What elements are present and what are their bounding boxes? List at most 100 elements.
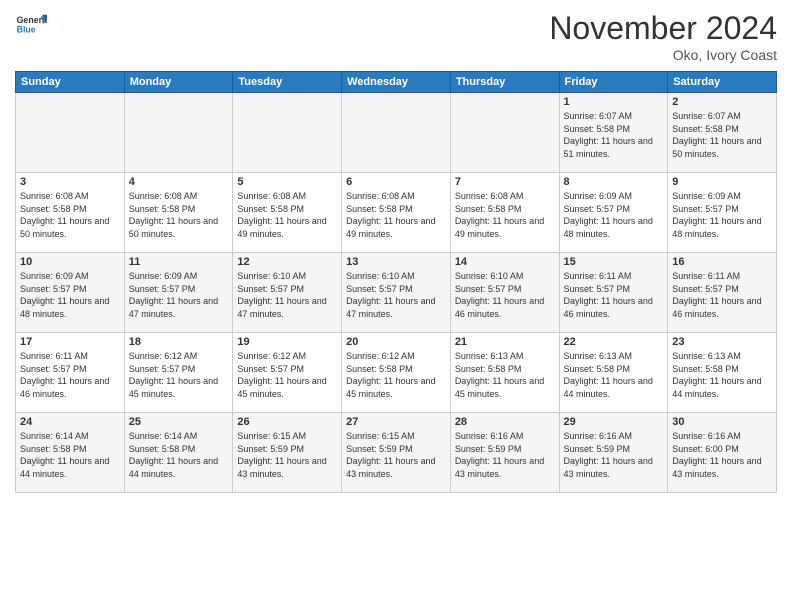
sunset-text: Sunset: 5:57 PM <box>129 284 196 294</box>
week-row-4: 24 Sunrise: 6:14 AM Sunset: 5:58 PM Dayl… <box>16 413 777 493</box>
col-friday: Friday <box>559 72 668 93</box>
day-number: 20 <box>346 336 446 348</box>
sunrise-text: Sunrise: 6:08 AM <box>129 191 198 201</box>
daylight-text: Daylight: 11 hours and 49 minutes. <box>237 216 326 239</box>
day-info: Sunrise: 6:13 AM Sunset: 5:58 PM Dayligh… <box>455 350 555 400</box>
col-monday: Monday <box>124 72 233 93</box>
day-number: 7 <box>455 176 555 188</box>
calendar-cell: 4 Sunrise: 6:08 AM Sunset: 5:58 PM Dayli… <box>124 173 233 253</box>
day-number: 16 <box>672 256 772 268</box>
day-info: Sunrise: 6:08 AM Sunset: 5:58 PM Dayligh… <box>129 190 229 240</box>
day-info: Sunrise: 6:08 AM Sunset: 5:58 PM Dayligh… <box>455 190 555 240</box>
sunset-text: Sunset: 5:58 PM <box>20 444 87 454</box>
week-row-1: 3 Sunrise: 6:08 AM Sunset: 5:58 PM Dayli… <box>16 173 777 253</box>
header: General Blue November 2024 Oko, Ivory Co… <box>15 10 777 63</box>
calendar-cell: 13 Sunrise: 6:10 AM Sunset: 5:57 PM Dayl… <box>342 253 451 333</box>
sunset-text: Sunset: 5:57 PM <box>129 364 196 374</box>
calendar-cell: 20 Sunrise: 6:12 AM Sunset: 5:58 PM Dayl… <box>342 333 451 413</box>
day-number: 2 <box>672 96 772 108</box>
sunrise-text: Sunrise: 6:12 AM <box>346 351 415 361</box>
sunset-text: Sunset: 5:57 PM <box>564 284 631 294</box>
calendar-cell: 8 Sunrise: 6:09 AM Sunset: 5:57 PM Dayli… <box>559 173 668 253</box>
title-block: November 2024 Oko, Ivory Coast <box>549 10 777 63</box>
sunset-text: Sunset: 5:59 PM <box>455 444 522 454</box>
calendar-cell: 15 Sunrise: 6:11 AM Sunset: 5:57 PM Dayl… <box>559 253 668 333</box>
sunrise-text: Sunrise: 6:12 AM <box>129 351 198 361</box>
daylight-text: Daylight: 11 hours and 43 minutes. <box>455 456 544 479</box>
calendar-cell <box>450 93 559 173</box>
day-number: 4 <box>129 176 229 188</box>
calendar-cell: 9 Sunrise: 6:09 AM Sunset: 5:57 PM Dayli… <box>668 173 777 253</box>
daylight-text: Daylight: 11 hours and 44 minutes. <box>129 456 218 479</box>
day-number: 29 <box>564 416 664 428</box>
calendar-cell <box>124 93 233 173</box>
sunset-text: Sunset: 5:58 PM <box>455 364 522 374</box>
daylight-text: Daylight: 11 hours and 49 minutes. <box>455 216 544 239</box>
calendar-cell: 5 Sunrise: 6:08 AM Sunset: 5:58 PM Dayli… <box>233 173 342 253</box>
daylight-text: Daylight: 11 hours and 47 minutes. <box>237 296 326 319</box>
calendar-cell: 17 Sunrise: 6:11 AM Sunset: 5:57 PM Dayl… <box>16 333 125 413</box>
day-number: 6 <box>346 176 446 188</box>
day-number: 13 <box>346 256 446 268</box>
col-wednesday: Wednesday <box>342 72 451 93</box>
daylight-text: Daylight: 11 hours and 44 minutes. <box>564 376 653 399</box>
calendar-cell: 7 Sunrise: 6:08 AM Sunset: 5:58 PM Dayli… <box>450 173 559 253</box>
sunrise-text: Sunrise: 6:13 AM <box>564 351 633 361</box>
daylight-text: Daylight: 11 hours and 43 minutes. <box>672 456 761 479</box>
col-thursday: Thursday <box>450 72 559 93</box>
day-number: 28 <box>455 416 555 428</box>
daylight-text: Daylight: 11 hours and 49 minutes. <box>346 216 435 239</box>
day-number: 30 <box>672 416 772 428</box>
sunrise-text: Sunrise: 6:09 AM <box>129 271 198 281</box>
calendar-cell: 3 Sunrise: 6:08 AM Sunset: 5:58 PM Dayli… <box>16 173 125 253</box>
sunset-text: Sunset: 6:00 PM <box>672 444 739 454</box>
sunset-text: Sunset: 5:58 PM <box>20 204 87 214</box>
sunrise-text: Sunrise: 6:16 AM <box>672 431 741 441</box>
day-info: Sunrise: 6:15 AM Sunset: 5:59 PM Dayligh… <box>346 430 446 480</box>
sunrise-text: Sunrise: 6:12 AM <box>237 351 306 361</box>
sunrise-text: Sunrise: 6:11 AM <box>672 271 740 281</box>
sunrise-text: Sunrise: 6:13 AM <box>455 351 524 361</box>
sunset-text: Sunset: 5:58 PM <box>346 364 413 374</box>
calendar-cell: 16 Sunrise: 6:11 AM Sunset: 5:57 PM Dayl… <box>668 253 777 333</box>
day-info: Sunrise: 6:12 AM Sunset: 5:58 PM Dayligh… <box>346 350 446 400</box>
day-info: Sunrise: 6:16 AM Sunset: 5:59 PM Dayligh… <box>455 430 555 480</box>
sunrise-text: Sunrise: 6:11 AM <box>564 271 632 281</box>
sunrise-text: Sunrise: 6:09 AM <box>20 271 89 281</box>
day-number: 5 <box>237 176 337 188</box>
sunrise-text: Sunrise: 6:14 AM <box>129 431 198 441</box>
logo-icon: General Blue <box>15 10 47 42</box>
day-number: 9 <box>672 176 772 188</box>
sunset-text: Sunset: 5:58 PM <box>129 204 196 214</box>
sunset-text: Sunset: 5:58 PM <box>237 204 304 214</box>
sunset-text: Sunset: 5:59 PM <box>346 444 413 454</box>
daylight-text: Daylight: 11 hours and 47 minutes. <box>346 296 435 319</box>
week-row-3: 17 Sunrise: 6:11 AM Sunset: 5:57 PM Dayl… <box>16 333 777 413</box>
calendar-table: Sunday Monday Tuesday Wednesday Thursday… <box>15 71 777 493</box>
daylight-text: Daylight: 11 hours and 46 minutes. <box>20 376 109 399</box>
month-title: November 2024 <box>549 10 777 47</box>
day-info: Sunrise: 6:13 AM Sunset: 5:58 PM Dayligh… <box>564 350 664 400</box>
daylight-text: Daylight: 11 hours and 45 minutes. <box>129 376 218 399</box>
day-info: Sunrise: 6:09 AM Sunset: 5:57 PM Dayligh… <box>564 190 664 240</box>
day-info: Sunrise: 6:12 AM Sunset: 5:57 PM Dayligh… <box>129 350 229 400</box>
sunset-text: Sunset: 5:58 PM <box>346 204 413 214</box>
day-info: Sunrise: 6:08 AM Sunset: 5:58 PM Dayligh… <box>20 190 120 240</box>
sunrise-text: Sunrise: 6:10 AM <box>455 271 524 281</box>
day-info: Sunrise: 6:10 AM Sunset: 5:57 PM Dayligh… <box>346 270 446 320</box>
day-number: 8 <box>564 176 664 188</box>
day-number: 17 <box>20 336 120 348</box>
sunset-text: Sunset: 5:57 PM <box>20 284 87 294</box>
sunset-text: Sunset: 5:57 PM <box>237 284 304 294</box>
calendar-cell: 29 Sunrise: 6:16 AM Sunset: 5:59 PM Dayl… <box>559 413 668 493</box>
sunset-text: Sunset: 5:57 PM <box>455 284 522 294</box>
day-number: 24 <box>20 416 120 428</box>
day-info: Sunrise: 6:08 AM Sunset: 5:58 PM Dayligh… <box>237 190 337 240</box>
sunset-text: Sunset: 5:59 PM <box>237 444 304 454</box>
week-row-2: 10 Sunrise: 6:09 AM Sunset: 5:57 PM Dayl… <box>16 253 777 333</box>
calendar-cell: 26 Sunrise: 6:15 AM Sunset: 5:59 PM Dayl… <box>233 413 342 493</box>
calendar-cell: 1 Sunrise: 6:07 AM Sunset: 5:58 PM Dayli… <box>559 93 668 173</box>
sunset-text: Sunset: 5:57 PM <box>564 204 631 214</box>
daylight-text: Daylight: 11 hours and 45 minutes. <box>237 376 326 399</box>
day-number: 25 <box>129 416 229 428</box>
